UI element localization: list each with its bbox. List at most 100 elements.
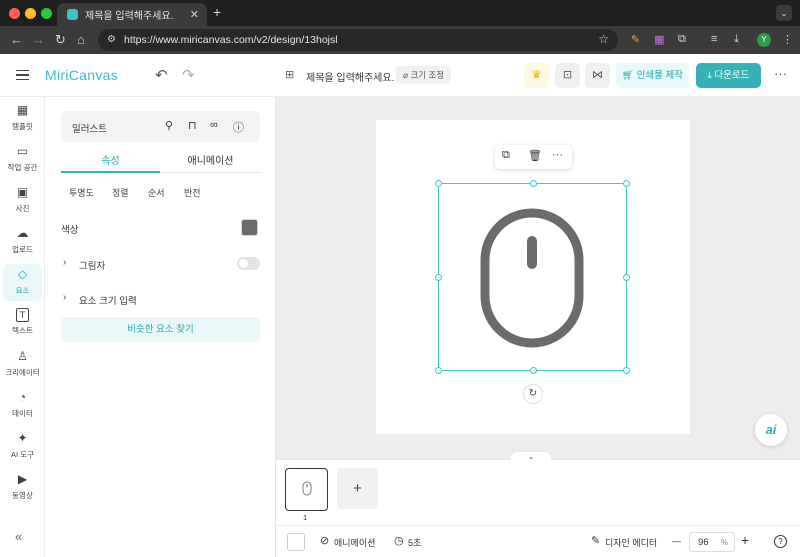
design-editor-brush-icon[interactable]: ✎ bbox=[591, 534, 600, 547]
shadow-toggle[interactable] bbox=[237, 257, 260, 270]
sidebar-item-upload[interactable]: ☁ 업로드 bbox=[3, 223, 42, 260]
flip-option[interactable]: 반전 bbox=[184, 186, 201, 199]
creator-icon: ♙ bbox=[17, 349, 28, 363]
zoom-in-icon[interactable]: + bbox=[741, 532, 749, 548]
link-icon[interactable]: ∞ bbox=[210, 119, 218, 131]
back-arrow-icon[interactable]: ← bbox=[10, 32, 23, 48]
resize-button[interactable]: ⌀ 크기 조정 bbox=[396, 66, 452, 84]
browser-menu-icon[interactable]: ⋮ bbox=[782, 33, 793, 46]
reload-icon[interactable]: ↻ bbox=[55, 32, 66, 48]
forward-arrow-icon[interactable]: → bbox=[32, 32, 45, 48]
extension-grid-icon[interactable]: ▦ bbox=[654, 33, 664, 46]
undo-icon[interactable]: ↶ bbox=[155, 66, 168, 84]
zoom-out-icon[interactable]: — bbox=[672, 536, 681, 546]
address-bar[interactable]: ⚙ https://www.miricanvas.com/v2/design/1… bbox=[98, 29, 618, 51]
resize-handle-top-right[interactable] bbox=[623, 180, 630, 187]
sidebar-item-templates[interactable]: ▦ 템플릿 bbox=[3, 100, 42, 137]
color-swatch[interactable] bbox=[241, 219, 258, 236]
document-title[interactable]: 제목을 입력해주세요. bbox=[306, 69, 394, 84]
collapse-sidebar-icon[interactable]: « bbox=[15, 529, 22, 544]
timer-icon[interactable]: ◷ bbox=[394, 534, 404, 547]
sidebar-item-label: 데이터 bbox=[12, 409, 33, 418]
minimize-window-button[interactable] bbox=[25, 8, 36, 19]
browser-tab-bar: 제목을 입력해주세요. ✕ + ⌄ bbox=[0, 0, 800, 26]
rotate-handle-icon[interactable]: ↻ bbox=[523, 384, 543, 404]
delete-trash-icon[interactable]: 🗑︎ bbox=[528, 149, 542, 162]
format-paint-icon[interactable]: ⚲ bbox=[165, 119, 173, 132]
browser-toolbar: ← → ↻ ⌂ ⚙ https://www.miricanvas.com/v2/… bbox=[0, 26, 800, 54]
app-header: MiriCanvas ↶ ↷ ⊞ 제목을 입력해주세요. ⌀ 크기 조정 ♛ ⊡… bbox=[0, 54, 800, 97]
lock-icon[interactable]: ⊓ bbox=[188, 119, 197, 132]
sidebar-item-data[interactable]: ◔ 데이터 bbox=[3, 387, 42, 424]
tab-animation[interactable]: 애니메이션 bbox=[161, 152, 260, 167]
browser-tab[interactable]: 제목을 입력해주세요. ✕ bbox=[57, 3, 207, 26]
duplicate-icon[interactable]: ⧉ bbox=[502, 149, 510, 162]
chevron-right-icon[interactable]: › bbox=[63, 257, 66, 268]
opacity-option[interactable]: 투명도 bbox=[69, 186, 94, 199]
help-icon[interactable]: ? bbox=[774, 535, 787, 548]
sidebar-item-creator[interactable]: ♙ 크리에이터 bbox=[3, 346, 42, 383]
resize-handle-bottom-right[interactable] bbox=[623, 367, 630, 374]
tab-search-chevron-icon[interactable]: ⌄ bbox=[776, 5, 792, 21]
home-icon[interactable]: ⌂ bbox=[77, 32, 85, 48]
collapse-pages-chevron-icon[interactable]: ⌄ bbox=[511, 452, 551, 462]
ai-assistant-button[interactable]: ai bbox=[755, 414, 787, 446]
bookmark-star-icon[interactable]: ☆ bbox=[598, 32, 609, 46]
resize-handle-top[interactable] bbox=[530, 180, 537, 187]
extensions-puzzle-icon[interactable]: ⧉ bbox=[678, 33, 686, 46]
resize-handle-bottom-left[interactable] bbox=[435, 367, 442, 374]
shadow-label[interactable]: 그림자 bbox=[79, 258, 105, 272]
element-size-label[interactable]: 요소 크기 입력 bbox=[79, 293, 137, 307]
print-order-button[interactable]: 🛒︎ 인쇄물 제작 bbox=[616, 63, 689, 88]
download-button[interactable]: ⤓ 다운로드 bbox=[696, 63, 761, 88]
background-color-swatch[interactable] bbox=[287, 533, 305, 551]
resize-handle-bottom[interactable] bbox=[530, 367, 537, 374]
reading-list-icon[interactable]: ≡ bbox=[711, 33, 717, 45]
chevron-right-icon[interactable]: › bbox=[63, 292, 66, 303]
sidebar-item-label: 동영상 bbox=[12, 491, 33, 500]
sidebar-item-photos[interactable]: ▣ 사진 bbox=[3, 182, 42, 219]
extension-pen-icon[interactable]: ✎ bbox=[631, 33, 640, 46]
more-options-icon[interactable]: ··· bbox=[774, 66, 787, 81]
share-icon[interactable]: ⋈ bbox=[585, 63, 610, 88]
sidebar-item-video[interactable]: ▶ 동영상 bbox=[3, 469, 42, 506]
profile-avatar[interactable]: Y bbox=[757, 33, 771, 47]
download-icon[interactable]: ⤓ bbox=[734, 33, 739, 46]
sidebar-item-label: 텍스트 bbox=[12, 326, 33, 335]
maximize-window-button[interactable] bbox=[41, 8, 52, 19]
design-editor-button[interactable]: 디자인 에디터 bbox=[605, 536, 657, 549]
tab-properties[interactable]: 속성 bbox=[61, 152, 160, 167]
new-tab-button[interactable]: + bbox=[213, 4, 221, 20]
sidebar-item-text[interactable]: T 텍스트 bbox=[3, 305, 42, 342]
ai-sparkle-icon: ✦ bbox=[17, 431, 28, 445]
thumbnail-mouse-icon bbox=[302, 481, 312, 496]
tab-title: 제목을 입력해주세요. bbox=[85, 11, 174, 22]
sidebar-item-workspace[interactable]: ▭ 작업 공간 bbox=[3, 141, 42, 178]
site-info-icon[interactable]: ⚙ bbox=[107, 34, 116, 45]
find-similar-button[interactable]: 비슷한 요소 찾기 bbox=[61, 317, 260, 342]
more-horizontal-icon[interactable]: ··· bbox=[552, 149, 563, 161]
save-status-icon[interactable]: ⊡ bbox=[555, 63, 580, 88]
resize-handle-top-left[interactable] bbox=[435, 180, 442, 187]
duration-button[interactable]: 5초 bbox=[408, 536, 421, 549]
tab-close-icon[interactable]: ✕ bbox=[190, 8, 199, 21]
sidebar-item-elements[interactable]: ◇ 요소 bbox=[3, 264, 42, 301]
element-context-toolbar: ⧉ 🗑︎ ··· bbox=[495, 145, 572, 169]
page-thumbnail[interactable] bbox=[285, 468, 328, 511]
info-icon[interactable]: ⓘ bbox=[233, 119, 244, 135]
order-option[interactable]: 순서 bbox=[148, 186, 165, 199]
resize-handle-right[interactable] bbox=[623, 274, 630, 281]
crown-icon[interactable]: ♛ bbox=[524, 63, 549, 88]
close-window-button[interactable] bbox=[9, 8, 20, 19]
zoom-input[interactable]: 96 % bbox=[689, 532, 735, 552]
sidebar-item-ai-tools[interactable]: ✦ AI 도구 bbox=[3, 428, 42, 465]
redo-icon[interactable]: ↷ bbox=[182, 66, 195, 84]
animation-icon[interactable]: ⊘ bbox=[320, 534, 329, 547]
animation-button[interactable]: 애니메이션 bbox=[334, 536, 375, 549]
align-option[interactable]: 정렬 bbox=[112, 186, 129, 199]
add-page-button[interactable]: + bbox=[337, 468, 378, 509]
hamburger-menu-icon[interactable] bbox=[16, 70, 29, 80]
resize-handle-left[interactable] bbox=[435, 274, 442, 281]
folder-icon[interactable]: ⊞ bbox=[285, 68, 294, 81]
miricanvas-logo[interactable]: MiriCanvas bbox=[45, 67, 118, 83]
